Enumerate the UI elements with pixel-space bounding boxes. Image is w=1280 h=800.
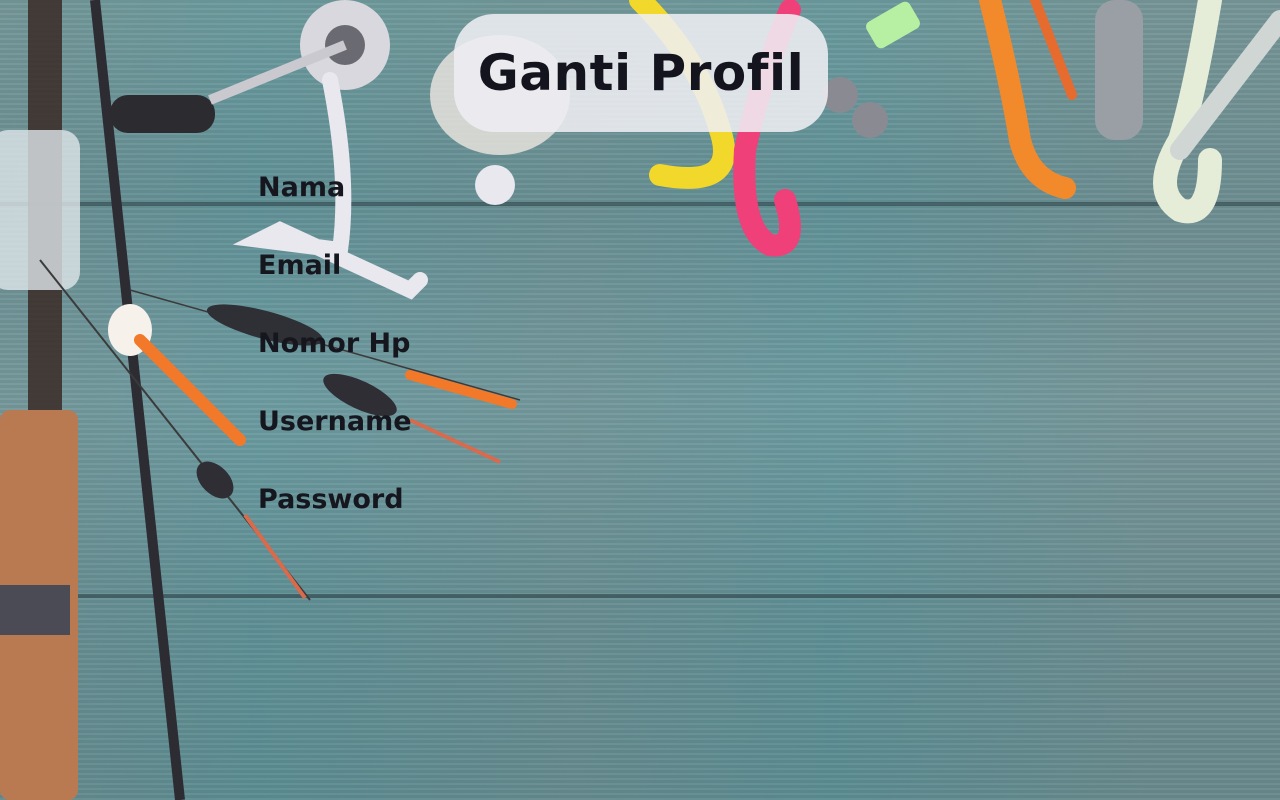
- field-label-email: Email: [258, 250, 342, 281]
- field-label-nomor-hp: Nomor Hp: [258, 328, 411, 359]
- field-label-password: Password: [258, 484, 404, 515]
- page-title-banner: Ganti Profil: [454, 14, 828, 132]
- field-label-nama: Nama: [258, 172, 346, 203]
- page-title: Ganti Profil: [477, 44, 805, 102]
- field-label-username: Username: [258, 406, 412, 437]
